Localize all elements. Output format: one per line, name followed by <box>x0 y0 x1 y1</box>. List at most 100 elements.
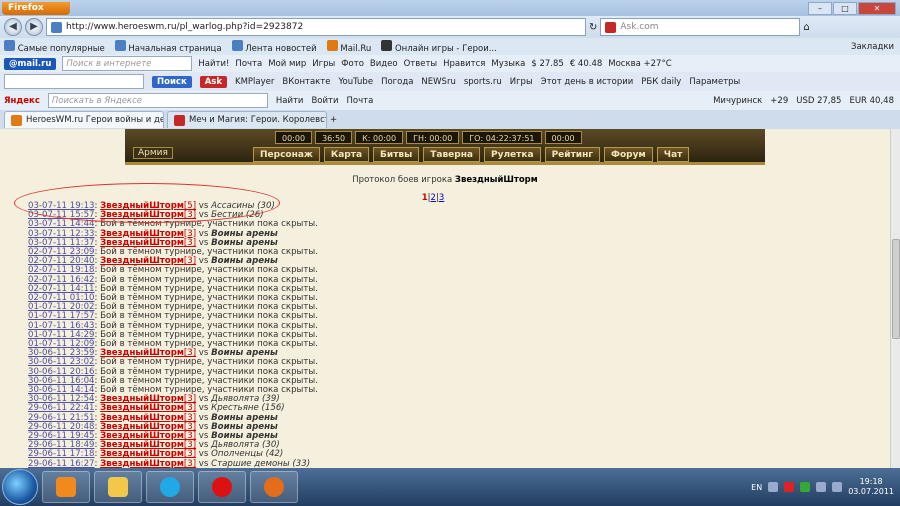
toolbar-item[interactable]: РБК daily <box>641 77 681 87</box>
tab-favicon-icon <box>174 114 185 126</box>
toolbar-search-input[interactable] <box>4 74 144 89</box>
menu-chat[interactable]: Чат <box>656 147 690 162</box>
menu-forum[interactable]: Форум <box>604 147 653 162</box>
timer: 00:00 <box>544 131 582 144</box>
mailru-item[interactable]: Мой мир <box>268 59 306 69</box>
menu-rating[interactable]: Рейтинг <box>544 147 601 162</box>
battle-row: 29-06-11 16:27: ЗвездныйШторм[3] vs Стар… <box>28 458 318 468</box>
minimize-button[interactable]: – <box>808 1 832 15</box>
firefox-icon <box>264 477 284 497</box>
windows-taskbar: EN 19:18 03.07.2011 <box>0 468 900 506</box>
mailru-item[interactable]: Москва +27°C <box>608 59 671 69</box>
taskbar-skype[interactable] <box>146 471 194 503</box>
clock[interactable]: 19:18 03.07.2011 <box>848 477 894 497</box>
language-indicator[interactable]: EN <box>751 483 762 492</box>
bookmark-news[interactable]: Лента новостей <box>231 39 317 54</box>
menu-roulette[interactable]: Рулетка <box>484 147 541 162</box>
toolbar-item[interactable]: Погода <box>381 77 413 87</box>
mailru-item[interactable]: Видео <box>370 59 398 69</box>
toolbar-item[interactable]: YouTube <box>338 77 373 87</box>
vertical-scrollbar[interactable] <box>890 129 900 468</box>
forward-icon[interactable]: ▶ <box>25 18 43 36</box>
folder-icon <box>108 477 128 497</box>
bookmark-icon <box>231 39 243 51</box>
tray-icon[interactable] <box>768 482 779 492</box>
timer: ГО: 04:22:37:51 <box>462 131 542 144</box>
menu-tavern[interactable]: Таверна <box>423 147 480 162</box>
mailru-logo[interactable]: @mail.ru <box>4 57 57 70</box>
yandex-search-input[interactable]: Поискать в Яндексе <box>47 93 268 108</box>
home-icon[interactable]: ⌂ <box>803 22 809 33</box>
scrollbar-thumb[interactable] <box>892 239 900 339</box>
window-titlebar: Firefox – □ ✕ <box>0 0 900 16</box>
network-icon[interactable] <box>816 482 827 492</box>
mailru-item[interactable]: Ответы <box>404 59 438 69</box>
firefox-menu-button[interactable]: Firefox <box>2 1 70 15</box>
url-bar[interactable]: http://www.heroeswm.ru/pl_warlog.php?id=… <box>46 18 586 36</box>
toolbar-item[interactable]: Параметры <box>689 77 740 87</box>
mailru-item[interactable]: Музыка <box>491 59 525 69</box>
bookmarks-menu[interactable]: Закладки <box>851 42 894 52</box>
timers-row: 00:00 36:50 К: 00:00 ГН: 00:00 ГО: 04:22… <box>275 131 582 144</box>
tab-heroeswm[interactable]: HeroesWM.ru Герои войны и денег... <box>4 111 164 128</box>
bookmarks-bar: Самые популярные Начальная страница Лент… <box>0 38 900 55</box>
yandex-enter-button[interactable]: Войти <box>311 96 338 106</box>
mailru-item[interactable]: € 40.48 <box>570 59 602 69</box>
mailru-search-input[interactable]: Поиск в интернете <box>62 56 193 71</box>
mailru-find-button[interactable]: Найти! <box>198 59 229 69</box>
battle-player-level: [3] <box>183 458 197 468</box>
mailru-item[interactable]: Игры <box>312 59 335 69</box>
search-button[interactable]: Поиск <box>152 75 192 88</box>
site-favicon-icon <box>51 21 62 33</box>
toolbar-item[interactable]: KMPlayer <box>235 77 274 87</box>
search-box[interactable]: Ask.com <box>600 18 801 36</box>
weather-city[interactable]: Мичуринск <box>713 96 762 106</box>
yandex-logo[interactable]: Яндекс <box>4 96 40 106</box>
start-button[interactable] <box>2 469 38 505</box>
back-icon[interactable]: ◀ <box>4 18 22 36</box>
ask-button[interactable]: Ask <box>199 75 228 88</box>
url-text: http://www.heroeswm.ru/pl_warlog.php?id=… <box>66 22 304 32</box>
new-tab-icon[interactable]: + <box>330 115 337 125</box>
mailru-item[interactable]: Нравится <box>443 59 485 69</box>
tab-strip: HeroesWM.ru Герои войны и денег... Меч и… <box>0 110 900 129</box>
menu-map[interactable]: Карта <box>323 147 370 162</box>
bookmark-home[interactable]: Начальная страница <box>114 39 222 54</box>
page-link[interactable]: 2 <box>431 193 436 203</box>
menu-battles[interactable]: Битвы <box>373 147 420 162</box>
toolbar-item[interactable]: Игры <box>510 77 533 87</box>
menu-character[interactable]: Персонаж <box>253 147 320 162</box>
navigation-bar: ◀ ▶ http://www.heroeswm.ru/pl_warlog.php… <box>0 16 900 38</box>
close-button[interactable]: ✕ <box>858 1 896 15</box>
system-tray: EN 19:18 03.07.2011 <box>751 477 900 497</box>
taskbar-media-player[interactable] <box>42 471 90 503</box>
bookmark-popular[interactable]: Самые популярные <box>4 39 105 54</box>
taskbar-opera[interactable] <box>198 471 246 503</box>
taskbar-explorer[interactable] <box>94 471 142 503</box>
battle-player-link[interactable]: ЗвездныйШторм <box>100 459 184 468</box>
mailru-item[interactable]: $ 27.85 <box>531 59 563 69</box>
battle-date-link[interactable]: 29-06-11 16:27 <box>28 459 95 468</box>
player-name[interactable]: ЗвездныйШторм <box>455 175 538 185</box>
bookmark-games[interactable]: Онлайн игры - Герои... <box>381 39 497 54</box>
tray-icon[interactable] <box>784 482 795 492</box>
volume-icon[interactable] <box>832 482 843 492</box>
army-button[interactable]: Армия <box>133 147 173 159</box>
page-link[interactable]: 3 <box>439 193 444 203</box>
taskbar-firefox[interactable] <box>250 471 298 503</box>
maximize-button[interactable]: □ <box>833 1 857 15</box>
yandex-mail-button[interactable]: Почта <box>347 96 374 106</box>
tab-might-magic[interactable]: Меч и Магия: Герои. Королевства... <box>167 111 327 128</box>
bookmark-mailru[interactable]: Mail.Ru <box>326 39 371 54</box>
toolbar-item[interactable]: NEWSru <box>421 77 455 87</box>
mailru-item[interactable]: Почта <box>235 59 262 69</box>
toolbar-item[interactable]: sports.ru <box>464 77 502 87</box>
yandex-find-button[interactable]: Найти <box>276 96 304 106</box>
page-title: Протокол боев игрока ЗвездныйШторм <box>352 175 538 185</box>
reload-icon[interactable]: ↻ <box>589 22 597 33</box>
mailru-item[interactable]: Фото <box>341 59 364 69</box>
tray-icon[interactable] <box>800 482 811 492</box>
ask-engine-icon <box>605 21 617 33</box>
toolbar-item[interactable]: Этот день в истории <box>541 77 634 87</box>
toolbar-item[interactable]: ВКонтакте <box>282 77 330 87</box>
